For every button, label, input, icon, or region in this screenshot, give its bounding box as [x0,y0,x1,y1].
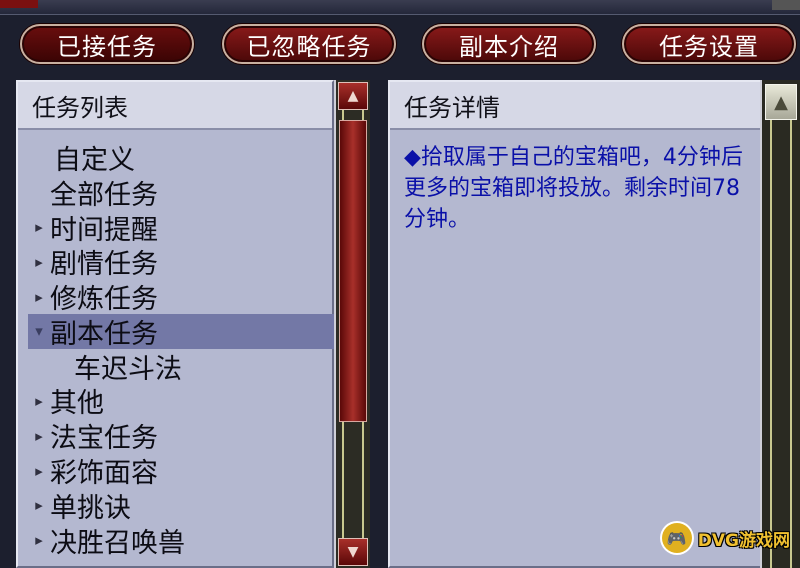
site-watermark: 🎮 DVG游戏网 [661,518,790,558]
expand-arrow-icon[interactable]: ▸ [28,496,50,514]
scroll-up-button[interactable]: ▲ [338,82,368,110]
list-item-summon-beast[interactable]: ▸ 决胜召唤兽 [28,523,342,559]
list-item-chechi-doufa[interactable]: 车迟斗法 [28,349,342,385]
task-description: ◆拾取属于自己的宝箱吧，4分钟后更多的宝箱即将投放。剩余时间78分钟。 [404,145,743,232]
scroll-thumb[interactable] [339,120,367,422]
list-item-all-tasks[interactable]: 全部任务 [28,175,342,211]
watermark-text: DVG游戏网 [697,530,790,551]
list-item-label: 自定义 [54,144,135,176]
list-item-label: 车迟斗法 [74,353,182,385]
task-detail-title: 任务详情 [390,82,760,130]
list-item-story-tasks[interactable]: ▸ 剧情任务 [28,244,342,281]
list-item-label: 彩饰面容 [50,458,158,490]
task-detail-scrollbar[interactable]: ▲ [760,80,800,568]
tab-ignored-tasks[interactable]: 已忽略任务 [222,24,396,64]
arrow-down-icon: ▼ [347,544,359,560]
expand-arrow-icon[interactable]: ▸ [28,392,50,410]
scroll-track[interactable] [770,120,792,568]
arrow-up-icon: ▲ [347,88,359,104]
list-item-label: 单挑诀 [50,492,131,524]
list-item-label: 副本任务 [50,318,158,350]
collapse-arrow-icon[interactable]: ▾ [28,322,50,340]
tab-accepted-tasks[interactable]: 已接任务 [20,24,194,64]
list-item-custom[interactable]: 自定义 [28,140,342,176]
tab-label: 任务设置 [659,32,759,61]
task-list-scrollbar[interactable]: ▲ ▼ [334,80,370,568]
task-detail-panel: 任务详情 ◆拾取属于自己的宝箱吧，4分钟后更多的宝箱即将投放。剩余时间78分钟。 [388,80,762,568]
window-corner-ornament [0,0,38,8]
list-item-label: 法宝任务 [50,423,158,455]
expand-arrow-icon[interactable]: ▸ [28,218,50,236]
window-close-area[interactable] [772,0,800,10]
expand-arrow-icon[interactable]: ▸ [28,462,50,480]
list-item-label: 决胜召唤兽 [50,527,185,559]
scroll-up-button[interactable]: ▲ [765,84,797,120]
tab-label: 已忽略任务 [246,32,372,61]
tab-instance-intro[interactable]: 副本介绍 [422,24,596,64]
expand-arrow-icon[interactable]: ▸ [28,531,50,549]
list-item-face-decoration[interactable]: ▸ 彩饰面容 [28,453,342,490]
list-item-duel-formula[interactable]: ▸ 单挑诀 [28,488,342,524]
list-item-instance-tasks[interactable]: ▾ 副本任务 [28,313,342,350]
list-item-label: 全部任务 [50,179,158,211]
list-item-label: 修炼任务 [50,284,158,316]
expand-arrow-icon[interactable]: ▸ [28,288,50,306]
list-item-time-reminder[interactable]: ▸ 时间提醒 [28,210,342,246]
tab-label: 已接任务 [57,32,157,61]
arrow-up-icon: ▲ [774,91,788,113]
expand-arrow-icon[interactable]: ▸ [28,427,50,445]
list-item-label: 时间提醒 [50,214,158,246]
window-title-bar [0,0,800,15]
list-item-training-tasks[interactable]: ▸ 修炼任务 [28,279,342,316]
scroll-down-button[interactable]: ▼ [338,538,368,566]
expand-arrow-icon[interactable]: ▸ [28,253,50,271]
task-list: 自定义 全部任务 ▸ 时间提醒 ▸ 剧情任务 ▸ 修炼任务 ▾ 副本任务 车迟斗法 ▸ 其… [28,140,342,559]
gamepad-icon: 🎮 [661,523,692,553]
list-item-label: 剧情任务 [50,249,158,281]
list-item-label: 其他 [50,388,104,420]
task-list-title: 任务列表 [18,82,332,130]
list-item-other[interactable]: ▸ 其他 [28,384,342,419]
tab-label: 副本介绍 [459,32,559,61]
tab-task-settings[interactable]: 任务设置 [622,24,796,64]
list-item-magic-item-tasks[interactable]: ▸ 法宝任务 [28,418,342,455]
